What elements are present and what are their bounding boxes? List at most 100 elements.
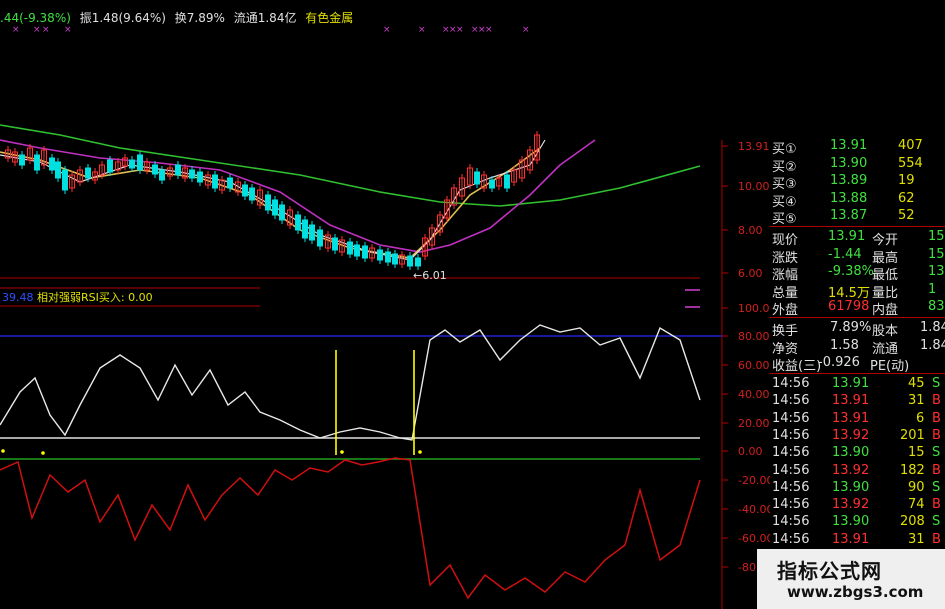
candle-body bbox=[317, 229, 323, 247]
candle-body bbox=[55, 161, 61, 179]
stats-row: 外盘 61798内盘 833 bbox=[770, 299, 945, 318]
candle-body bbox=[309, 224, 315, 241]
candle-body bbox=[249, 187, 255, 201]
trade-volume: 201 bbox=[900, 427, 925, 443]
order-label: 买② bbox=[772, 159, 797, 175]
stat-value: 61798 bbox=[828, 299, 870, 314]
order-book-row: 买⑤ 13.87 52 bbox=[770, 208, 945, 227]
candle-body bbox=[49, 157, 55, 171]
trade-row: 14:56 13.92 182 B bbox=[770, 463, 945, 480]
trade-time: 14:56 bbox=[772, 427, 810, 443]
order-book-row: 买① 13.91 407 bbox=[770, 138, 945, 157]
fund-label: 收益(三) bbox=[772, 359, 822, 374]
fund-value: 1.84 bbox=[920, 320, 945, 335]
order-price: 13.90 bbox=[830, 155, 868, 171]
order-label: 买④ bbox=[772, 194, 797, 210]
stat-value: -1.44 bbox=[828, 246, 862, 262]
signal-dot bbox=[41, 451, 45, 455]
fundamentals-row: 净资 1.58 流通 1.84 bbox=[770, 338, 945, 357]
candle-body bbox=[197, 171, 203, 183]
stat-label: 量比 bbox=[872, 285, 899, 301]
price-axis-label: 13.91 bbox=[738, 140, 770, 153]
candle-body bbox=[212, 174, 218, 189]
fund-label: PE(动) bbox=[870, 359, 910, 374]
trade-price: 13.92 bbox=[832, 497, 870, 513]
candle-body bbox=[272, 199, 278, 216]
stat-label: 今开 bbox=[872, 233, 899, 248]
candle-body bbox=[347, 241, 353, 255]
candle-body bbox=[385, 251, 391, 263]
rsi-negative-line bbox=[0, 457, 701, 600]
stat-label: 涨跌 bbox=[772, 250, 799, 266]
candle-body bbox=[242, 184, 248, 197]
trade-side: S bbox=[932, 514, 941, 530]
rsi-axis-label: 0.00 bbox=[738, 445, 763, 458]
stats-row: 总量 14.5万 量比 1 bbox=[770, 282, 945, 301]
trade-volume: 182 bbox=[900, 462, 925, 478]
trade-volume: 6 bbox=[916, 410, 925, 426]
trade-row: 14:56 13.90 15 S bbox=[770, 445, 945, 462]
trade-time: 14:56 bbox=[772, 462, 810, 478]
fund-label: 流通 bbox=[872, 341, 899, 357]
trade-price: 13.90 bbox=[832, 479, 870, 495]
candle-body bbox=[85, 167, 91, 179]
trade-row: 14:56 13.91 31 B bbox=[770, 393, 945, 410]
trade-price: 13.90 bbox=[832, 514, 870, 530]
trade-side: S bbox=[932, 376, 941, 391]
stat-value: 15 bbox=[928, 246, 945, 262]
stats-row: 涨幅 -9.38% 最低 13 bbox=[770, 264, 945, 283]
stat-value: 15 bbox=[928, 229, 945, 244]
candle-body bbox=[407, 255, 413, 267]
trade-price: 13.92 bbox=[832, 462, 870, 478]
trade-time: 14:56 bbox=[772, 445, 810, 461]
candle-body bbox=[489, 179, 495, 189]
stat-value: 833 bbox=[928, 299, 945, 314]
order-price: 13.89 bbox=[830, 173, 868, 188]
indicator-label: 39.48 相对强弱RSI买入: 0.00 bbox=[2, 289, 153, 305]
candle-body bbox=[265, 194, 271, 211]
rsi-axis-label: -60.00 bbox=[738, 532, 770, 545]
price-axis-label: 6.00 bbox=[738, 267, 763, 280]
rsi-axis-label: 40.00 bbox=[738, 388, 770, 401]
stat-label: 最高 bbox=[872, 250, 899, 266]
stock-chart-window: { "header": { "pct": ".44(-9.38%)", "amp… bbox=[0, 0, 945, 609]
marker-x: × bbox=[383, 25, 391, 35]
candle-body bbox=[474, 171, 480, 185]
trade-price: 13.91 bbox=[832, 531, 870, 547]
trade-row: 14:56 13.90 90 S bbox=[770, 480, 945, 497]
trade-time: 14:56 bbox=[772, 410, 810, 426]
trade-volume: 45 bbox=[908, 376, 925, 391]
signal-dot bbox=[340, 450, 344, 454]
candle-body bbox=[302, 219, 308, 239]
watermark-url: www.zbgs3.com bbox=[787, 583, 924, 601]
trade-volume: 208 bbox=[900, 514, 925, 530]
trade-time: 14:56 bbox=[772, 514, 810, 530]
trade-row: 14:56 13.90 208 S bbox=[770, 514, 945, 531]
order-volume: 52 bbox=[898, 208, 915, 223]
trade-price: 13.91 bbox=[832, 376, 870, 391]
candle-body bbox=[279, 204, 285, 221]
trade-volume: 74 bbox=[908, 497, 925, 513]
order-price: 13.87 bbox=[830, 208, 868, 223]
trade-volume: 90 bbox=[908, 479, 925, 495]
indicator-value: 39.48 bbox=[2, 291, 34, 304]
quote-separator bbox=[770, 226, 945, 227]
rsi-axis-label: -20.00 bbox=[738, 474, 770, 487]
rsi-line bbox=[0, 324, 701, 441]
quote-separator bbox=[770, 317, 945, 318]
trade-volume: 31 bbox=[908, 531, 925, 547]
trade-side: B bbox=[932, 462, 941, 478]
candle-body bbox=[415, 257, 421, 267]
candle-body bbox=[159, 169, 165, 181]
candle-body bbox=[107, 159, 113, 173]
trade-volume: 15 bbox=[908, 445, 925, 461]
candle-body bbox=[129, 159, 135, 169]
trade-time: 14:56 bbox=[772, 479, 810, 495]
fund-value: -0.926 bbox=[818, 355, 860, 370]
candle-body bbox=[62, 169, 68, 191]
order-book-row: 买④ 13.88 62 bbox=[770, 191, 945, 210]
marker-x: × bbox=[64, 25, 72, 35]
marker-x: × bbox=[456, 25, 464, 35]
candle-body bbox=[175, 164, 181, 176]
watermark: 指标公式网 www.zbgs3.com bbox=[757, 549, 945, 609]
